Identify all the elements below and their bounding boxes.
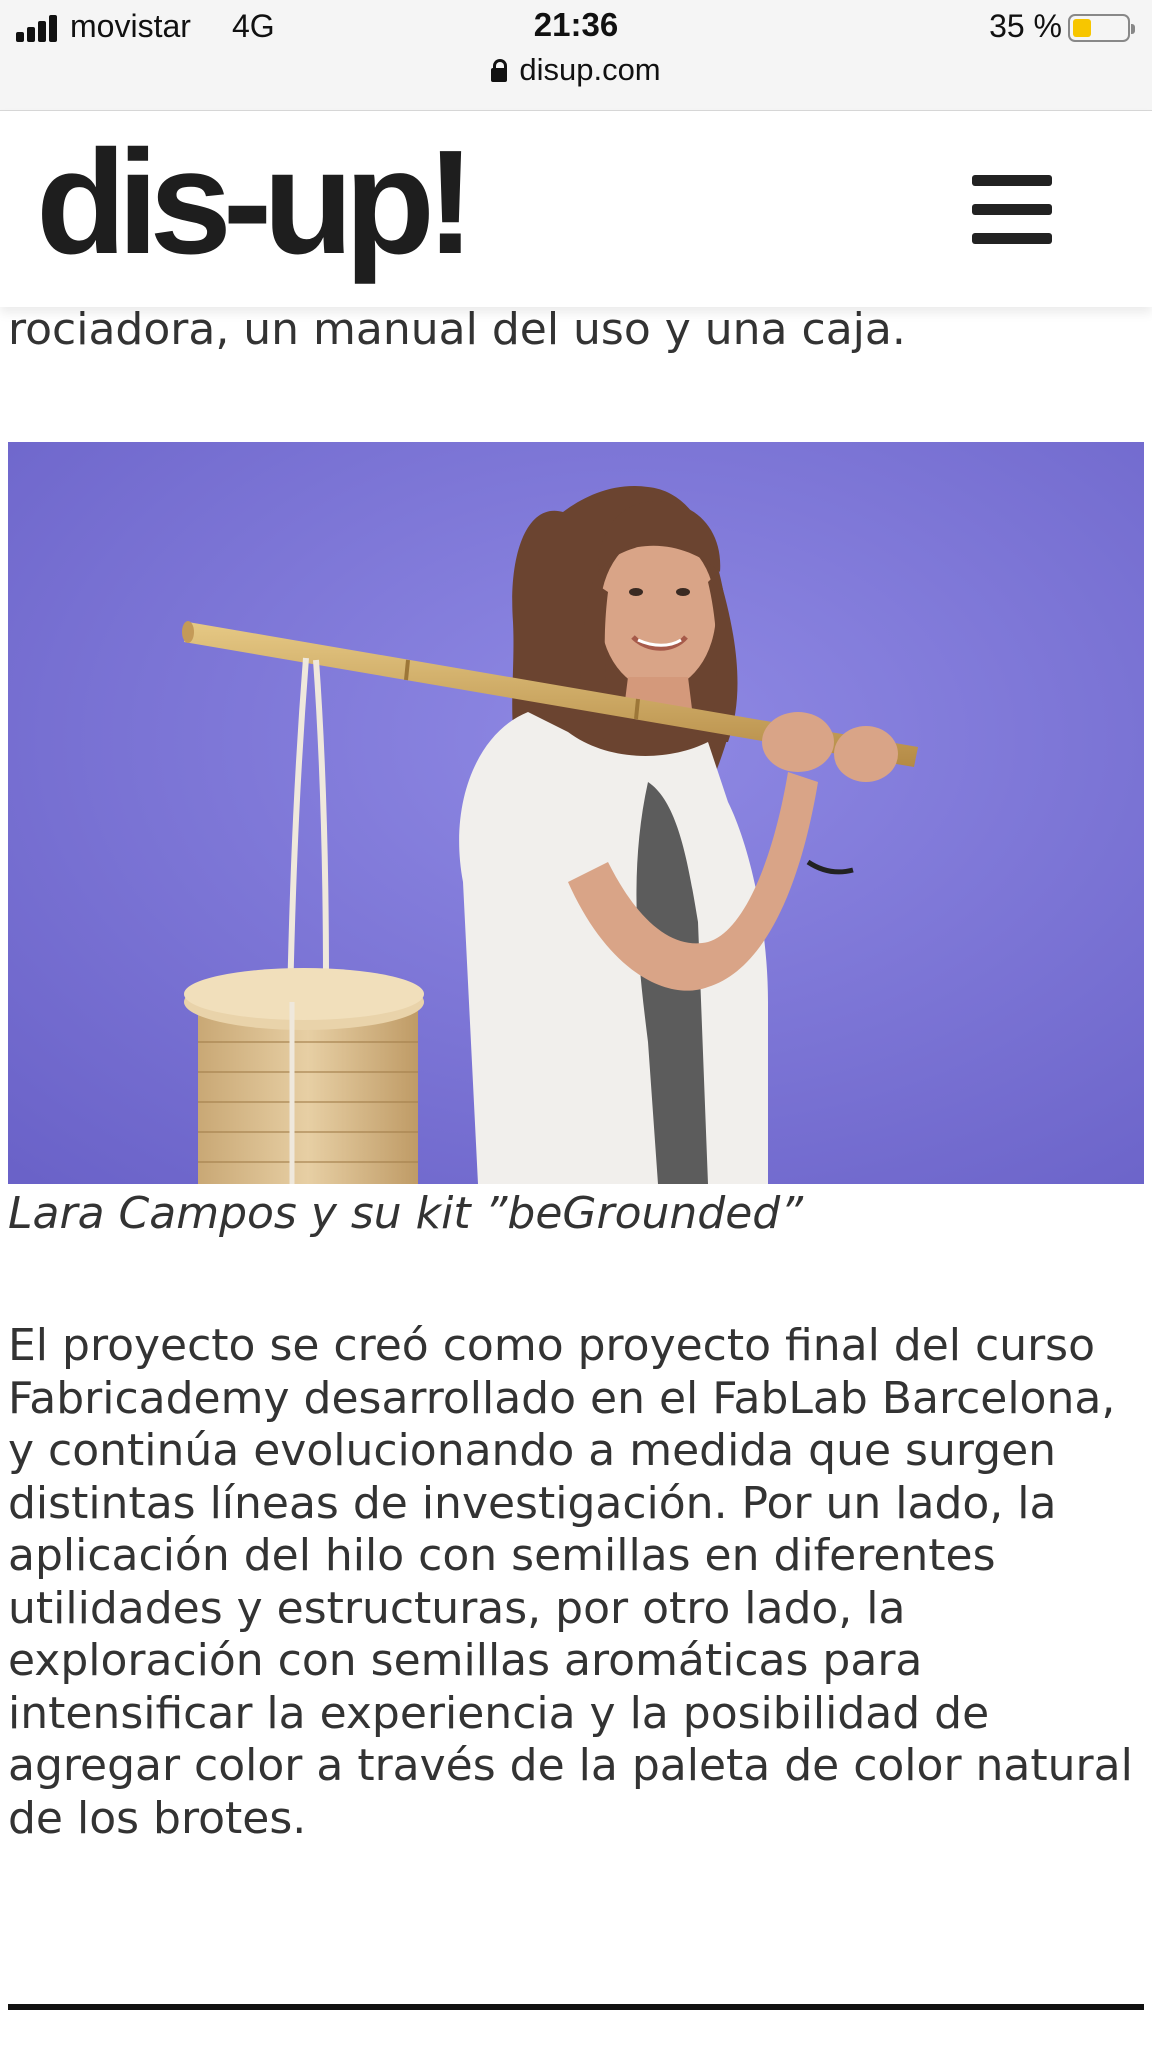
- section-divider: [8, 2004, 1144, 2010]
- article-paragraph: El proyecto se creó como proyecto final …: [8, 1320, 1133, 1844]
- article-photo: [8, 442, 1144, 1184]
- lock-icon: [491, 59, 508, 82]
- article-text-clipped: rociadora, un manual del uso y una caja.: [8, 304, 906, 355]
- status-bar: movistar 4G 21:36 35 % disup.com: [0, 0, 1152, 111]
- battery-icon: [1068, 14, 1135, 42]
- clock: 21:36: [533, 6, 619, 43]
- address-bar[interactable]: disup.com: [0, 52, 1152, 88]
- site-header: dis-up!: [0, 111, 1152, 307]
- battery-fill: [1073, 19, 1091, 37]
- url-text: disup.com: [519, 52, 661, 87]
- photo-caption: Lara Campos y su kit ”beGrounded”: [8, 1188, 803, 1239]
- site-logo[interactable]: dis-up!: [36, 129, 475, 277]
- battery-percentage: 35 %: [989, 8, 1062, 44]
- hamburger-menu-icon[interactable]: [972, 175, 1054, 247]
- photo-illustration: [8, 442, 1144, 1184]
